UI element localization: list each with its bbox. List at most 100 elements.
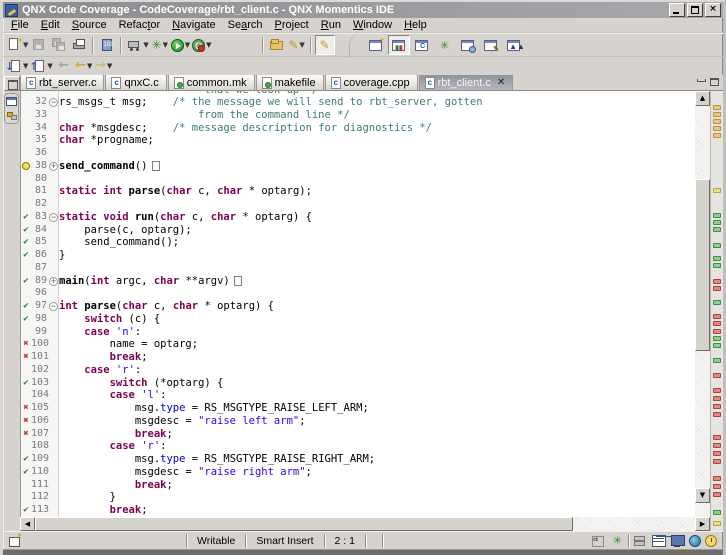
new-wizard-button[interactable]: +▼	[5, 35, 29, 55]
fold-minus-icon[interactable]: −	[49, 98, 58, 107]
overview-mark-g[interactable]	[713, 263, 721, 268]
overview-mark-r[interactable]	[713, 396, 721, 401]
overview-mark-r[interactable]	[713, 459, 721, 464]
overview-mark-r[interactable]	[713, 404, 721, 409]
open-search-button[interactable]	[267, 35, 287, 55]
minimize-button[interactable]	[669, 3, 685, 17]
horizontal-scrollbar[interactable]: ◀ ▶	[20, 517, 710, 531]
code-line[interactable]: name = optarg;	[59, 338, 695, 351]
menu-search[interactable]: Search	[222, 18, 269, 32]
fold-plus-icon[interactable]: +	[49, 277, 58, 286]
overview-mark-g[interactable]	[713, 510, 721, 515]
overview-mark-g[interactable]	[713, 300, 721, 305]
overview-mark-r[interactable]	[713, 388, 721, 393]
editor-tab-qnxC.c[interactable]: qnxC.c	[105, 75, 166, 90]
code-line[interactable]	[59, 173, 695, 186]
perspective-profiler[interactable]	[457, 35, 479, 55]
fold-minus-icon[interactable]: −	[49, 213, 58, 222]
table-view-icon[interactable]	[651, 534, 666, 547]
overview-mark-o[interactable]	[713, 126, 721, 131]
progress-stack-icon[interactable]	[632, 534, 647, 547]
covered-check-icon[interactable]: ✔	[21, 453, 31, 466]
menu-file[interactable]: File	[5, 18, 35, 32]
partial-coverage-icon[interactable]	[21, 160, 31, 175]
menu-run[interactable]: Run	[315, 18, 347, 32]
overview-mark-g[interactable]	[713, 336, 721, 341]
close-button[interactable]: ×	[705, 3, 721, 17]
overview-mark-o[interactable]	[713, 105, 721, 110]
build-all-button[interactable]	[97, 35, 117, 55]
code-line[interactable]: switch (*optarg) {	[59, 377, 695, 390]
web-browser-icon[interactable]	[689, 535, 701, 547]
editor-maximize-icon[interactable]	[710, 78, 719, 86]
folded-code-box[interactable]	[234, 276, 242, 286]
scroll-right-arrow[interactable]: ▶	[695, 517, 710, 531]
code-coverage-button[interactable]: ✳▼	[150, 35, 170, 55]
code-line[interactable]: case 'l':	[59, 389, 695, 402]
editor-tab-coverage.cpp[interactable]: coverage.cpp	[325, 75, 418, 90]
uncovered-cross-icon[interactable]: ✖	[21, 338, 31, 351]
code-line[interactable]: switch (c) {	[59, 313, 695, 326]
scroll-down-arrow[interactable]: ▼	[695, 488, 710, 503]
forward-button[interactable]: →▼	[94, 56, 114, 76]
menu-window[interactable]: Window	[347, 18, 398, 32]
code-line[interactable]: }	[59, 249, 695, 262]
menu-navigate[interactable]: Navigate	[166, 18, 221, 32]
print-button[interactable]	[69, 35, 89, 55]
overview-mark-r[interactable]	[713, 329, 721, 334]
covered-check-icon[interactable]: ✔	[21, 249, 31, 262]
code-line[interactable]: }	[59, 491, 695, 504]
open-perspective-button[interactable]: +	[365, 35, 387, 55]
app-icon[interactable]	[5, 4, 18, 17]
editor-tab-common.mk[interactable]: common.mk	[168, 75, 255, 90]
code-line[interactable]: static void run(char c, char * optarg) {	[59, 211, 695, 224]
code-line[interactable]: msgdesc = "raise right arm";	[59, 466, 695, 479]
code-line[interactable]: break;	[59, 479, 695, 492]
code-line[interactable]	[59, 198, 695, 211]
overview-mark-o[interactable]	[713, 112, 721, 117]
code-line[interactable]: break;	[59, 504, 695, 517]
editor-tab-rbt_server.c[interactable]: rbt_server.c	[20, 75, 104, 90]
code-line[interactable]: parse(c, optarg);	[59, 224, 695, 237]
restore-view-button[interactable]	[4, 76, 20, 91]
overview-mark-g[interactable]	[713, 213, 721, 218]
screen-view-icon[interactable]	[670, 534, 685, 547]
code-line[interactable]: case 'r':	[59, 364, 695, 377]
code-line[interactable]: break;	[59, 351, 695, 364]
import-button[interactable]: ↓▼	[5, 56, 29, 76]
code-line[interactable]: msg.type = RS_MSGTYPE_RAISE_RIGHT_ARM;	[59, 453, 695, 466]
code-line[interactable]	[59, 147, 695, 160]
vertical-scroll-thumb[interactable]	[695, 179, 710, 351]
overview-ruler[interactable]	[710, 91, 723, 531]
fold-cell[interactable]: −	[49, 211, 58, 224]
fold-minus-icon[interactable]: −	[49, 302, 58, 311]
overview-mark-r[interactable]	[713, 373, 721, 378]
maximize-button[interactable]	[687, 3, 703, 17]
covered-check-icon[interactable]: ✔	[21, 211, 31, 224]
overview-mark-g[interactable]	[713, 227, 721, 232]
overview-mark-g[interactable]	[713, 343, 721, 348]
vertical-scrollbar[interactable]: ▲ ▼	[695, 91, 710, 517]
overview-mark-g[interactable]	[713, 220, 721, 225]
uncovered-cross-icon[interactable]: ✖	[21, 428, 31, 441]
overview-mark-g[interactable]	[713, 243, 721, 248]
code-line[interactable]: case 'n':	[59, 326, 695, 339]
overview-mark-o[interactable]	[713, 119, 721, 124]
code-line[interactable]	[59, 287, 695, 300]
folded-code-box[interactable]	[152, 161, 160, 171]
code-line[interactable]: msg.type = RS_MSGTYPE_RAISE_LEFT_ARM;	[59, 402, 695, 415]
menu-refactor[interactable]: Refactor	[113, 18, 167, 32]
code-line[interactable]: from the command line */	[59, 109, 695, 122]
fold-cell[interactable]: +	[49, 160, 58, 173]
debug-tool-button[interactable]: ▼	[125, 35, 149, 55]
code-line[interactable]: case 'r':	[59, 440, 695, 453]
profile-button[interactable]: Q▼	[191, 35, 212, 55]
overview-mark-r[interactable]	[713, 476, 721, 481]
code-editor[interactable]: that we look up */rs_msgs_t msg; /* the …	[59, 91, 695, 517]
overview-mark-r[interactable]	[713, 435, 721, 440]
code-line[interactable]: int parse(char c, char * optarg) {	[59, 300, 695, 313]
scroll-up-arrow[interactable]: ▲	[695, 91, 710, 106]
overview-mark-g[interactable]	[713, 256, 721, 261]
editor-minimize-icon[interactable]	[697, 79, 706, 82]
overview-mark-r[interactable]	[713, 484, 721, 489]
